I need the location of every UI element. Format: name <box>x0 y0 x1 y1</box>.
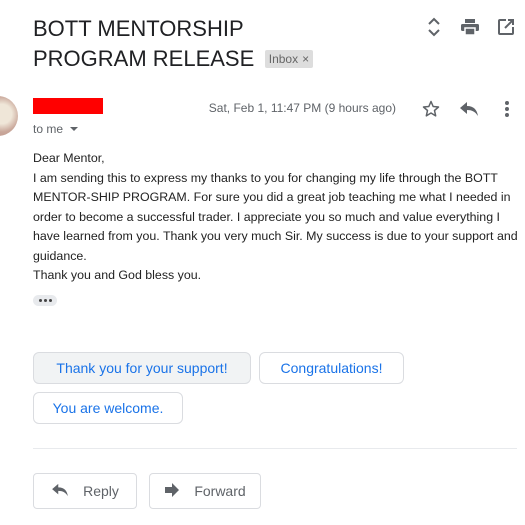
message-body: Dear Mentor, I am sending this to expres… <box>33 149 519 286</box>
smart-reply-congratulations[interactable]: Congratulations! <box>259 352 404 384</box>
chevron-down-icon <box>70 127 79 131</box>
sender-name-redaction <box>33 98 103 114</box>
thread-toolbar <box>423 16 517 38</box>
dot <box>38 299 42 302</box>
dot <box>48 299 52 302</box>
dot <box>43 299 47 302</box>
message-actions <box>419 97 519 121</box>
inbox-label-text: Inbox <box>268 51 299 66</box>
smart-reply-support[interactable]: Thank you for your support! <box>33 352 251 384</box>
remove-label-icon[interactable]: × <box>302 51 309 67</box>
body-paragraph: I am sending this to express my thanks t… <box>33 170 518 263</box>
reply-arrow-icon <box>51 483 69 500</box>
reply-button[interactable]: Reply <box>33 473 137 509</box>
show-trimmed-content-button[interactable] <box>33 295 57 306</box>
message-date: Sat, Feb 1, 11:47 PM (9 hours ago) <box>208 101 396 115</box>
reply-label: Reply <box>83 483 119 499</box>
expand-collapse-icon[interactable] <box>423 16 445 38</box>
reply-icon[interactable] <box>457 97 481 121</box>
recipient-details-toggle[interactable]: to me <box>33 122 79 136</box>
star-icon[interactable] <box>419 97 443 121</box>
recipient-text: to me <box>33 122 64 136</box>
body-closing: Thank you and God bless you. <box>33 268 202 282</box>
more-vert-icon[interactable] <box>495 97 519 121</box>
forward-arrow-icon <box>164 482 180 500</box>
email-subject: BOTT MENTORSHIP PROGRAM RELEASE <box>33 16 255 71</box>
smart-reply-welcome[interactable]: You are welcome. <box>33 392 183 424</box>
print-icon[interactable] <box>459 16 481 38</box>
inbox-label-chip[interactable]: Inbox × <box>264 49 314 68</box>
subject-header: BOTT MENTORSHIP PROGRAM RELEASE Inbox × <box>33 14 363 74</box>
open-in-new-window-icon[interactable] <box>495 16 517 38</box>
forward-label: Forward <box>194 483 246 499</box>
divider <box>33 448 517 449</box>
forward-button[interactable]: Forward <box>149 473 261 509</box>
sender-avatar[interactable] <box>0 96 18 136</box>
body-greeting: Dear Mentor, <box>33 151 105 165</box>
